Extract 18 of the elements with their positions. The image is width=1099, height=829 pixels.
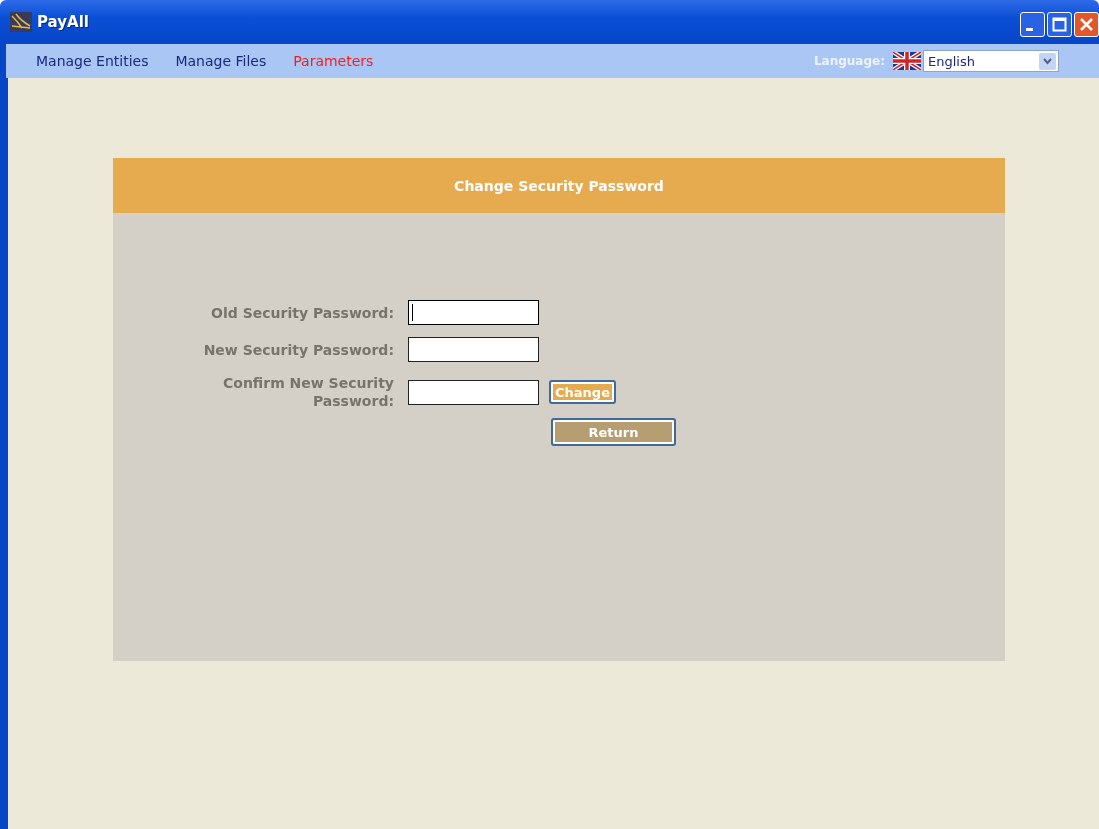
close-button[interactable]	[1074, 12, 1099, 37]
menu-item[interactable]: Manage Files	[175, 53, 267, 69]
language-label: Language:	[813, 54, 885, 68]
maximize-button[interactable]	[1047, 12, 1072, 37]
field-label: Old Security Password:	[210, 303, 394, 322]
language-dropdown[interactable]: English	[923, 50, 1059, 72]
minimize-icon	[1026, 28, 1033, 31]
password-field[interactable]	[408, 379, 539, 405]
password-field[interactable]	[408, 300, 539, 325]
menu-item[interactable]: Manage Entities	[36, 53, 149, 69]
panel-title: Change Security Password	[454, 177, 664, 194]
minimize-button[interactable]	[1020, 12, 1045, 37]
app-logo-icon	[10, 12, 32, 32]
field-label: New Security Password:	[202, 340, 394, 359]
flag-icon	[893, 52, 921, 70]
window-title: PayAll	[37, 13, 89, 31]
password-field[interactable]	[408, 337, 539, 362]
field-label: Confirm New Security Password:	[222, 374, 394, 410]
